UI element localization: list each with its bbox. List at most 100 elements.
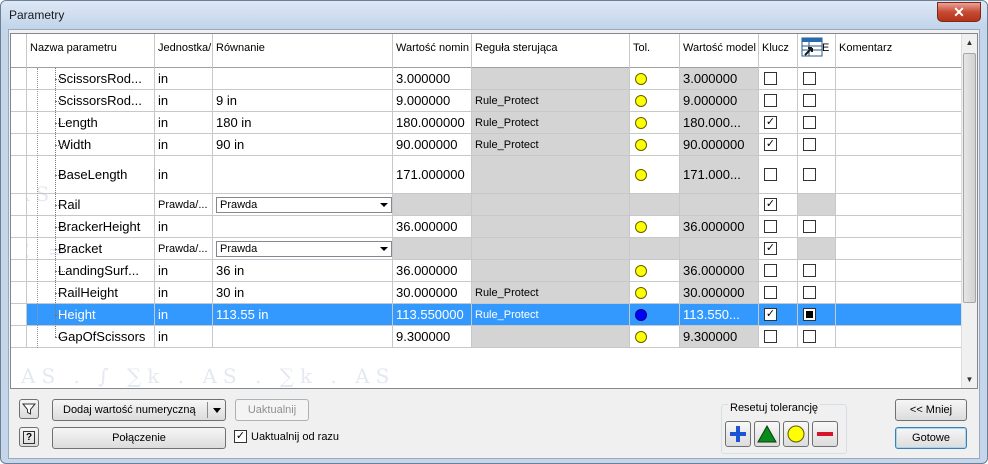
tolerance-yellow-circle-icon[interactable] — [635, 330, 647, 343]
export-checkbox[interactable] — [803, 116, 816, 129]
tolerance-yellow-circle-icon[interactable] — [635, 138, 647, 151]
export-checkbox[interactable] — [803, 286, 816, 299]
equation-cell[interactable]: 30 in — [213, 282, 393, 304]
comment-cell[interactable] — [836, 112, 963, 134]
table-row[interactable]: Height in 113.55 in 113.550000 Rule_Protect 1… — [11, 304, 963, 326]
update-immediately-check[interactable]: ✓ — [234, 430, 247, 443]
export-checkbox[interactable] — [803, 308, 816, 321]
tolerance-cell[interactable] — [630, 134, 680, 156]
unit-cell[interactable]: in — [155, 216, 213, 238]
table-row[interactable]: RailHeight in 30 in 30.000000 Rule_Protect 30… — [11, 282, 963, 304]
table-row[interactable]: ScissorsRod... in 3.000000 3.000000 — [11, 68, 963, 90]
key-checkbox[interactable] — [764, 94, 777, 107]
less-button[interactable]: << Mniej — [895, 399, 967, 421]
table-row[interactable]: LandingSurf... in 36 in 36.000000 36.000000 — [11, 260, 963, 282]
table-row[interactable]: BaseLength in 171.000000 171.000... — [11, 156, 963, 194]
unit-cell[interactable]: in — [155, 90, 213, 112]
unit-cell[interactable]: Prawda/... — [155, 194, 213, 216]
update-button[interactable]: Uaktualnij — [235, 399, 309, 421]
export-checkbox[interactable] — [803, 94, 816, 107]
comment-cell[interactable] — [836, 304, 963, 326]
tolerance-cell[interactable] — [630, 68, 680, 90]
comment-cell[interactable] — [836, 134, 963, 156]
tolerance-median-button[interactable] — [754, 421, 780, 447]
key-checkbox[interactable] — [764, 286, 777, 299]
equation-cell[interactable] — [213, 68, 393, 90]
scrollbar-thumb[interactable] — [963, 53, 976, 303]
scroll-up-icon[interactable]: ▲ — [962, 34, 977, 51]
equation-cell[interactable]: 180 in — [213, 112, 393, 134]
tolerance-yellow-circle-icon[interactable] — [635, 286, 647, 299]
tolerance-cell[interactable] — [630, 216, 680, 238]
equation-cell[interactable]: Prawda — [213, 194, 393, 216]
comment-cell[interactable] — [836, 282, 963, 304]
tolerance-cell[interactable] — [630, 304, 680, 326]
key-checkbox[interactable] — [764, 168, 777, 181]
tolerance-cell[interactable] — [630, 194, 680, 216]
tolerance-cell[interactable] — [630, 238, 680, 260]
equation-cell[interactable]: 113.55 in — [213, 304, 393, 326]
equation-cell[interactable]: 36 in — [213, 260, 393, 282]
export-checkbox[interactable] — [803, 138, 816, 151]
tolerance-cell[interactable] — [630, 112, 680, 134]
key-checkbox[interactable] — [764, 72, 777, 85]
key-checkbox[interactable] — [764, 264, 777, 277]
tolerance-yellow-circle-icon[interactable] — [635, 168, 647, 181]
export-checkbox[interactable] — [803, 330, 816, 343]
tolerance-upper-button[interactable] — [725, 421, 751, 447]
equation-cell[interactable]: Prawda — [213, 238, 393, 260]
tolerance-cell[interactable] — [630, 90, 680, 112]
scroll-down-icon[interactable]: ▼ — [962, 371, 977, 388]
close-button[interactable]: ✕ — [937, 2, 981, 22]
header-comment[interactable]: Komentarz — [836, 34, 963, 68]
comment-cell[interactable] — [836, 260, 963, 282]
link-button[interactable]: Połączenie — [52, 427, 226, 449]
table-row[interactable]: GapOfScissors in 9.300000 9.300000 — [11, 326, 963, 348]
equation-cell[interactable]: 9 in — [213, 90, 393, 112]
header-export[interactable]: E — [798, 34, 836, 68]
table-row[interactable]: Bracket Prawda/... Prawda ✓ — [11, 238, 963, 260]
key-checkbox[interactable]: ✓ — [764, 138, 777, 151]
add-numeric-button[interactable]: Dodaj wartość numeryczną — [52, 399, 226, 421]
tolerance-yellow-circle-icon[interactable] — [635, 94, 647, 107]
tolerance-blue-circle-icon[interactable] — [635, 308, 647, 321]
parameter-name-cell[interactable]: BaseLength — [27, 156, 155, 194]
header-key[interactable]: Klucz — [759, 34, 798, 68]
key-checkbox[interactable] — [764, 220, 777, 233]
comment-cell[interactable] — [836, 156, 963, 194]
equation-cell[interactable]: 90 in — [213, 134, 393, 156]
parameter-name-cell[interactable]: Height — [27, 304, 155, 326]
key-checkbox[interactable] — [764, 330, 777, 343]
key-checkbox[interactable]: ✓ — [764, 198, 777, 211]
parameter-name-cell[interactable]: Rail — [27, 194, 155, 216]
parameter-name-cell[interactable]: GapOfScissors — [27, 326, 155, 348]
key-checkbox[interactable]: ✓ — [764, 308, 777, 321]
key-checkbox[interactable]: ✓ — [764, 116, 777, 129]
header-model-value[interactable]: Wartość model — [680, 34, 759, 68]
parameter-name-cell[interactable]: ScissorsRod... — [27, 90, 155, 112]
chevron-down-icon[interactable] — [380, 202, 388, 207]
unit-cell[interactable]: Prawda/... — [155, 238, 213, 260]
unit-cell[interactable]: in — [155, 282, 213, 304]
equation-cell[interactable] — [213, 156, 393, 194]
export-checkbox[interactable] — [803, 220, 816, 233]
grid-vertical-scrollbar[interactable]: ▲ ▼ — [961, 34, 977, 388]
table-row[interactable]: ScissorsRod... in 9 in 9.000000 Rule_Protect… — [11, 90, 963, 112]
done-button[interactable]: Gotowe — [895, 427, 967, 449]
tolerance-cell[interactable] — [630, 156, 680, 194]
help-button[interactable]: ? — [19, 427, 39, 447]
parameter-name-cell[interactable]: ScissorsRod... — [27, 68, 155, 90]
parameter-name-cell[interactable]: Width — [27, 134, 155, 156]
tolerance-lower-button[interactable] — [812, 421, 838, 447]
key-checkbox[interactable]: ✓ — [764, 242, 777, 255]
unit-cell[interactable]: in — [155, 156, 213, 194]
unit-cell[interactable]: in — [155, 326, 213, 348]
unit-cell[interactable]: in — [155, 304, 213, 326]
export-checkbox[interactable] — [803, 168, 816, 181]
comment-cell[interactable] — [836, 326, 963, 348]
equation-combobox[interactable]: Prawda — [216, 240, 392, 257]
comment-cell[interactable] — [836, 216, 963, 238]
header-rule[interactable]: Reguła sterująca — [472, 34, 630, 68]
header-name[interactable]: Nazwa parametru — [27, 34, 155, 68]
tolerance-cell[interactable] — [630, 326, 680, 348]
